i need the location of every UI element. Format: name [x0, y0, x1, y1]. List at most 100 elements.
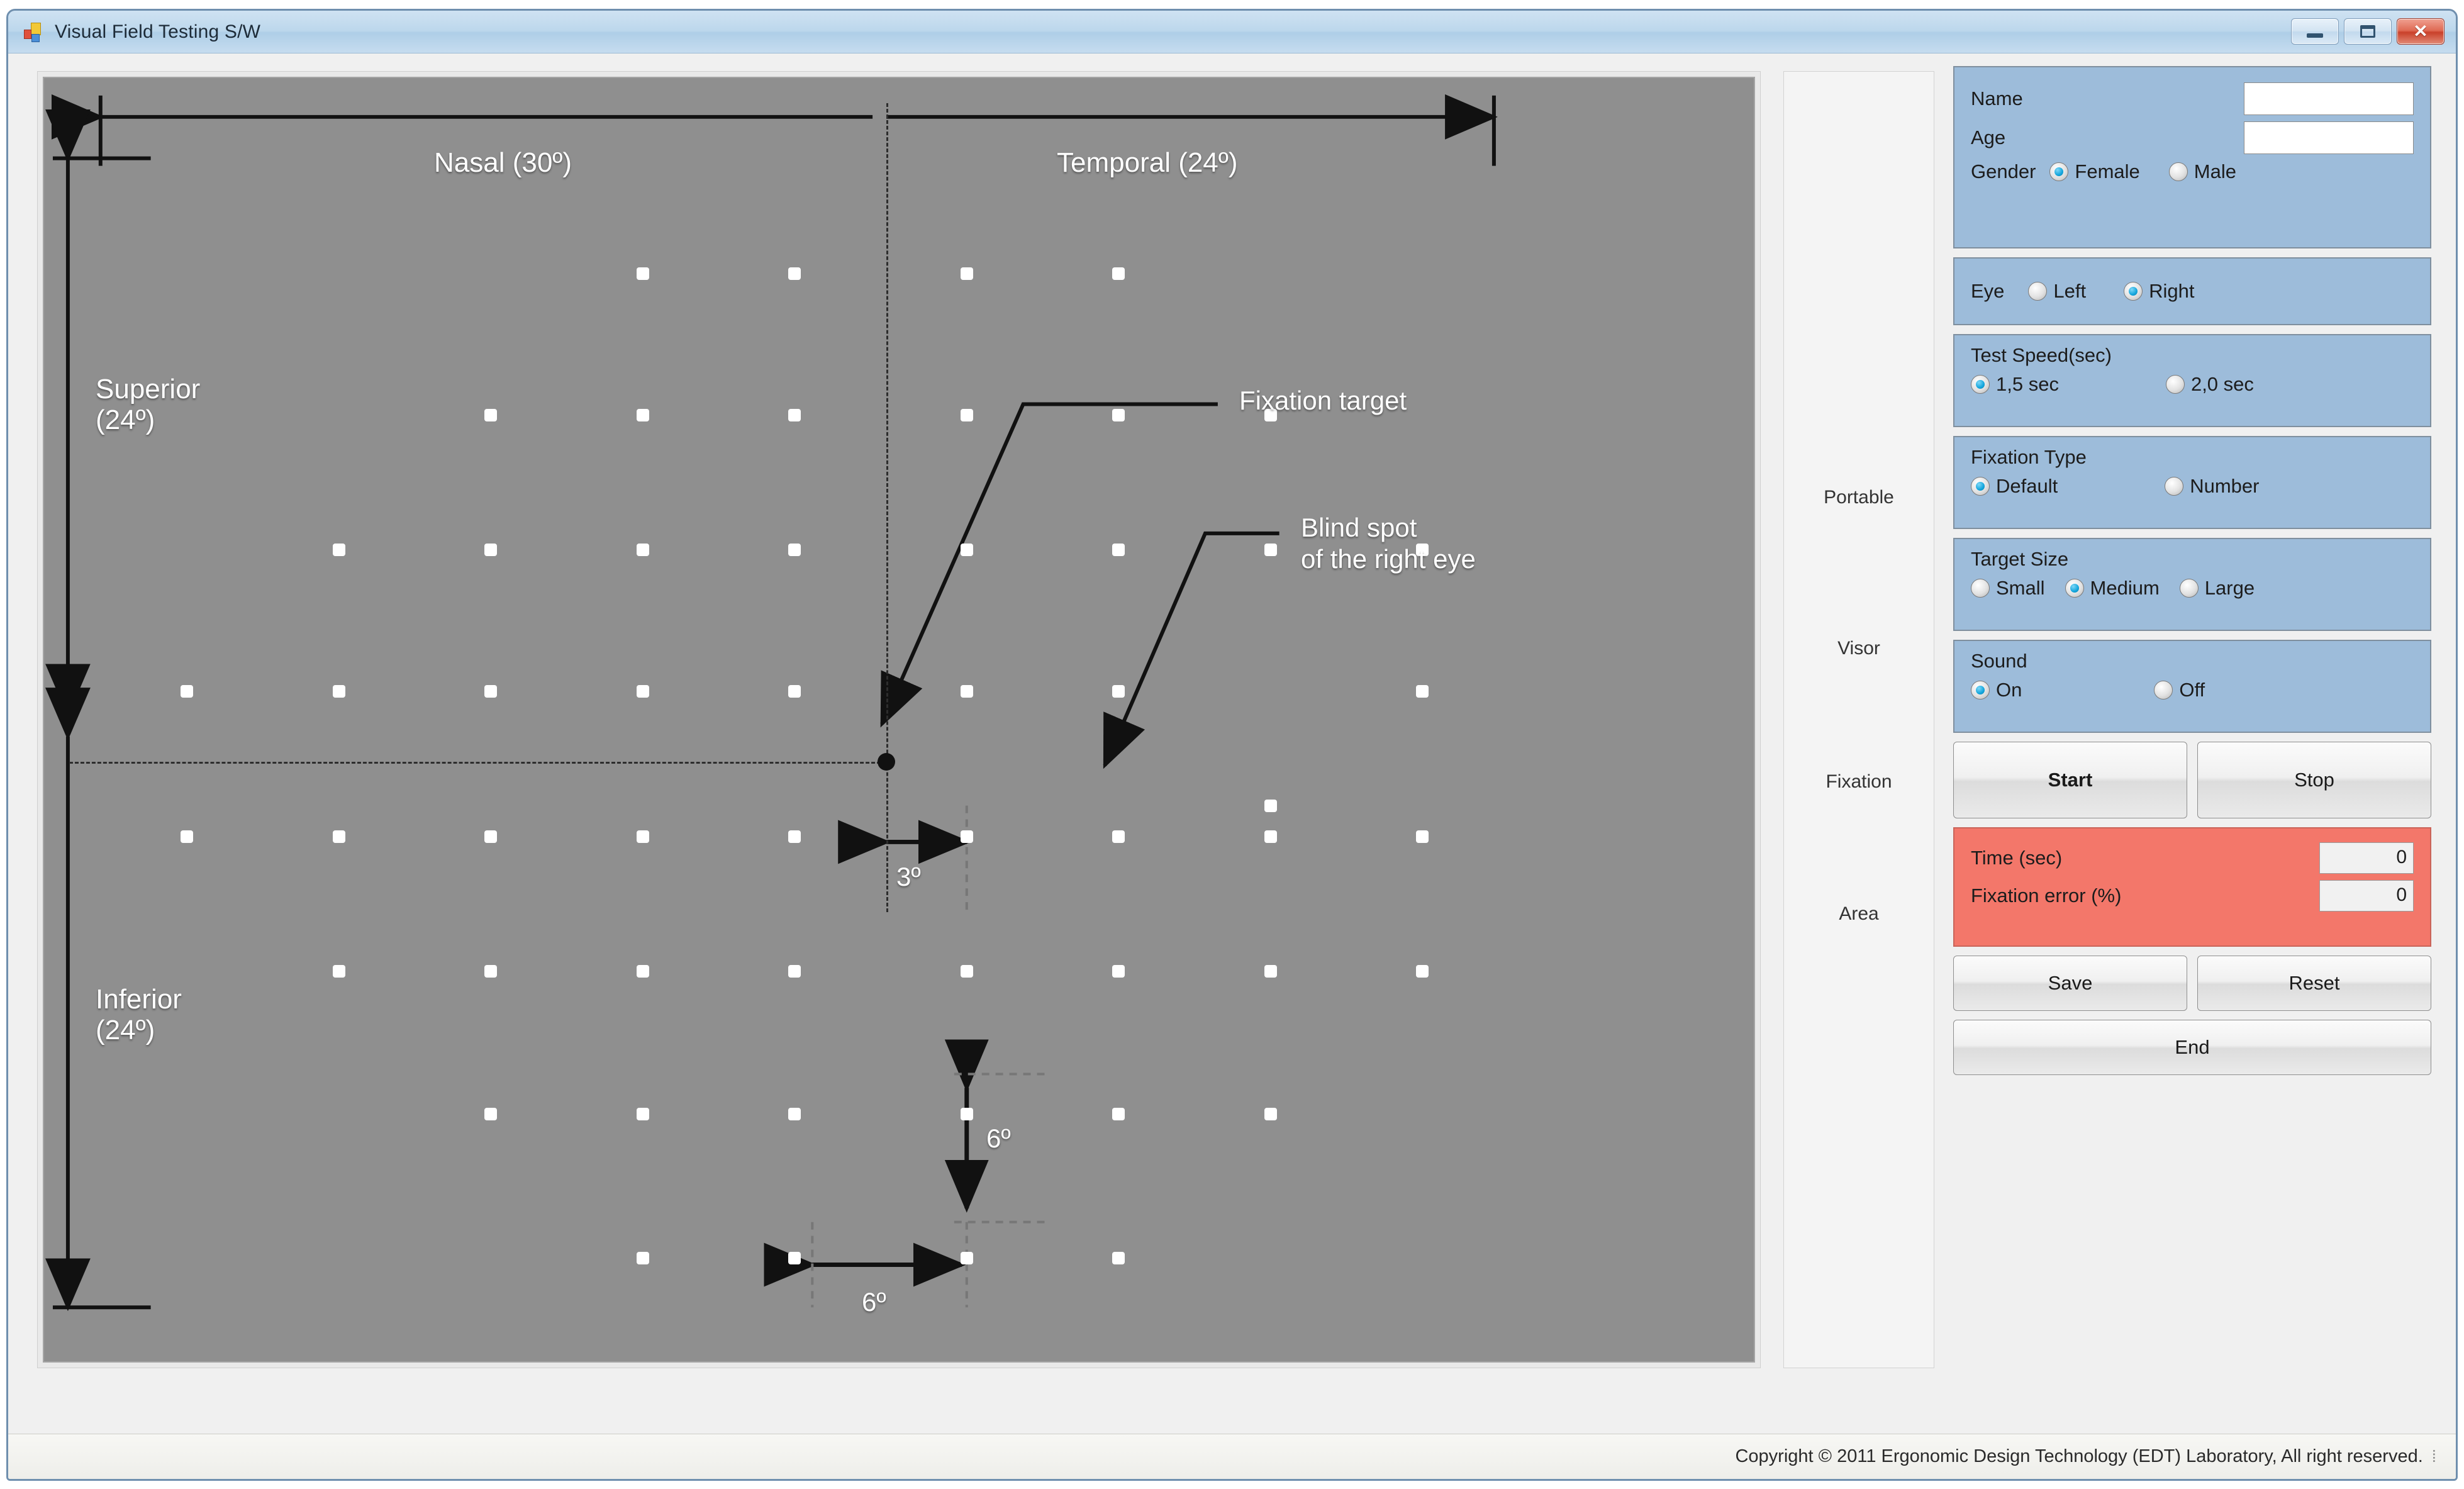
- sound-radio-off[interactable]: Off: [2154, 679, 2205, 701]
- fixation-type-default-label: Default: [1996, 475, 2058, 497]
- target-size-panel: Target Size Small Medium Large: [1953, 538, 2431, 631]
- target-dot: [484, 409, 498, 422]
- target-dot: [1112, 830, 1125, 844]
- target-dot: [1112, 409, 1125, 422]
- vertical-axis-dashed-line: [886, 103, 889, 913]
- title-bar[interactable]: Visual Field Testing S/W ✕: [8, 11, 2456, 53]
- target-size-radio-small[interactable]: Small: [1971, 577, 2045, 600]
- inferior-label: Inferior (24º): [96, 984, 182, 1046]
- target-dot: [1112, 685, 1125, 698]
- visual-field-stage[interactable]: Nasal (30º) Temporal (24º) Superior (24º…: [43, 77, 1755, 1363]
- fixation-target-annotation: Fixation target: [1239, 386, 1407, 415]
- window-title: Visual Field Testing S/W: [55, 21, 261, 42]
- target-dot: [1264, 543, 1277, 556]
- mode-item-area[interactable]: Area: [1784, 903, 1934, 925]
- test-speed-radio-20[interactable]: 2,0 sec: [2165, 373, 2254, 396]
- target-dot: [1112, 1108, 1125, 1121]
- end-button[interactable]: End: [1953, 1020, 2431, 1075]
- application-window: Visual Field Testing S/W ✕ Nasal (30º) T…: [6, 9, 2458, 1481]
- fixation-type-radio-number[interactable]: Number: [2165, 475, 2260, 498]
- target-dot: [788, 1252, 801, 1265]
- eye-radio-left[interactable]: Left: [2028, 280, 2086, 303]
- app-squares-icon: [23, 21, 45, 43]
- target-dot: [788, 409, 801, 422]
- fixation-type-radio-default[interactable]: Default: [1971, 475, 2058, 498]
- sound-off-label: Off: [2179, 679, 2205, 701]
- fixation-target-dot[interactable]: [878, 752, 896, 771]
- target-dot: [181, 830, 194, 844]
- resize-grip-icon[interactable]: ⁞: [2432, 1447, 2437, 1466]
- target-size-small-label: Small: [1996, 577, 2045, 599]
- gender-label: Gender: [1971, 160, 2036, 182]
- minimize-icon: [2307, 33, 2323, 38]
- radio-unselected-icon: [2165, 375, 2185, 394]
- radio-unselected-icon: [2154, 681, 2173, 700]
- maximize-button[interactable]: [2344, 18, 2392, 45]
- target-dot: [332, 685, 345, 698]
- target-dot: [1264, 1108, 1277, 1121]
- gender-female-label: Female: [2075, 160, 2140, 182]
- target-dot: [1264, 964, 1277, 978]
- mode-column: Portable Visor Fixation Area: [1783, 71, 1934, 1368]
- age-input[interactable]: [2244, 121, 2414, 154]
- name-input[interactable]: [2244, 82, 2414, 115]
- mode-item-portable[interactable]: Portable: [1784, 487, 1934, 508]
- target-dot: [636, 1108, 649, 1121]
- superior-label: Superior (24º): [96, 374, 201, 436]
- target-dot: [636, 964, 649, 978]
- mode-item-fixation[interactable]: Fixation: [1784, 771, 1934, 793]
- gender-radio-female[interactable]: Female: [2049, 160, 2140, 183]
- target-dot: [1264, 830, 1277, 844]
- minimize-button[interactable]: [2291, 18, 2339, 45]
- target-dot: [788, 685, 801, 698]
- test-speed-20-label: 2,0 sec: [2190, 373, 2254, 395]
- test-speed-radio-15[interactable]: 1,5 sec: [1971, 373, 2059, 396]
- test-speed-title: Test Speed(sec): [1971, 344, 2112, 366]
- test-speed-panel: Test Speed(sec) 1,5 sec 2,0 sec: [1953, 334, 2431, 427]
- target-dot: [484, 964, 498, 978]
- gender-male-label: Male: [2194, 160, 2236, 182]
- copyright-text: Copyright © 2011 Ergonomic Design Techno…: [1735, 1446, 2423, 1466]
- target-dot: [332, 964, 345, 978]
- target-dot: [1416, 830, 1429, 844]
- target-dot: [636, 409, 649, 422]
- radio-selected-icon: [2065, 579, 2084, 598]
- nasal-label: Nasal (30º): [434, 147, 572, 178]
- maximize-icon: [2360, 25, 2375, 38]
- target-dot: [788, 964, 801, 978]
- eye-radio-right[interactable]: Right: [2124, 280, 2195, 303]
- mode-item-visor[interactable]: Visor: [1784, 638, 1934, 659]
- close-button[interactable]: ✕: [2397, 18, 2444, 45]
- window-client-area: Nasal (30º) Temporal (24º) Superior (24º…: [8, 53, 2456, 1479]
- gender-radio-male[interactable]: Male: [2168, 160, 2236, 183]
- target-size-radio-medium[interactable]: Medium: [2065, 577, 2160, 600]
- fixation-error-label: Fixation error (%): [1971, 884, 2122, 906]
- target-dot: [788, 543, 801, 556]
- window-controls: ✕: [2291, 18, 2444, 45]
- sound-panel: Sound On Off: [1953, 640, 2431, 733]
- target-dot: [636, 543, 649, 556]
- visual-field-stage-container: Nasal (30º) Temporal (24º) Superior (24º…: [37, 71, 1761, 1368]
- radio-selected-icon: [2124, 282, 2143, 301]
- eye-right-label: Right: [2149, 280, 2195, 302]
- sound-radio-on[interactable]: On: [1971, 679, 2022, 701]
- start-button[interactable]: Start: [1953, 742, 2187, 818]
- target-size-radio-large[interactable]: Large: [2179, 577, 2255, 600]
- dimension-3deg-label: 3º: [896, 862, 921, 891]
- target-dot: [960, 1252, 973, 1265]
- control-sidebar: Name Age Gender Female Male Eye Left Rig…: [1953, 66, 2431, 1381]
- target-dot: [1416, 685, 1429, 698]
- stop-button[interactable]: Stop: [2197, 742, 2431, 818]
- sound-on-label: On: [1996, 679, 2022, 701]
- target-dot: [1112, 964, 1125, 978]
- eye-label: Eye: [1971, 280, 2005, 302]
- target-size-medium-label: Medium: [2090, 577, 2160, 599]
- results-panel: Time (sec) 0 Fixation error (%) 0: [1953, 827, 2431, 947]
- radio-selected-icon: [2049, 162, 2069, 181]
- reset-button[interactable]: Reset: [2197, 956, 2431, 1011]
- name-label: Name: [1971, 87, 2023, 109]
- blind-spot-annotation: Blind spot of the right eye: [1301, 513, 1476, 574]
- test-speed-15-label: 1,5 sec: [1996, 373, 2059, 395]
- save-button[interactable]: Save: [1953, 956, 2187, 1011]
- temporal-label: Temporal (24º): [1057, 147, 1238, 178]
